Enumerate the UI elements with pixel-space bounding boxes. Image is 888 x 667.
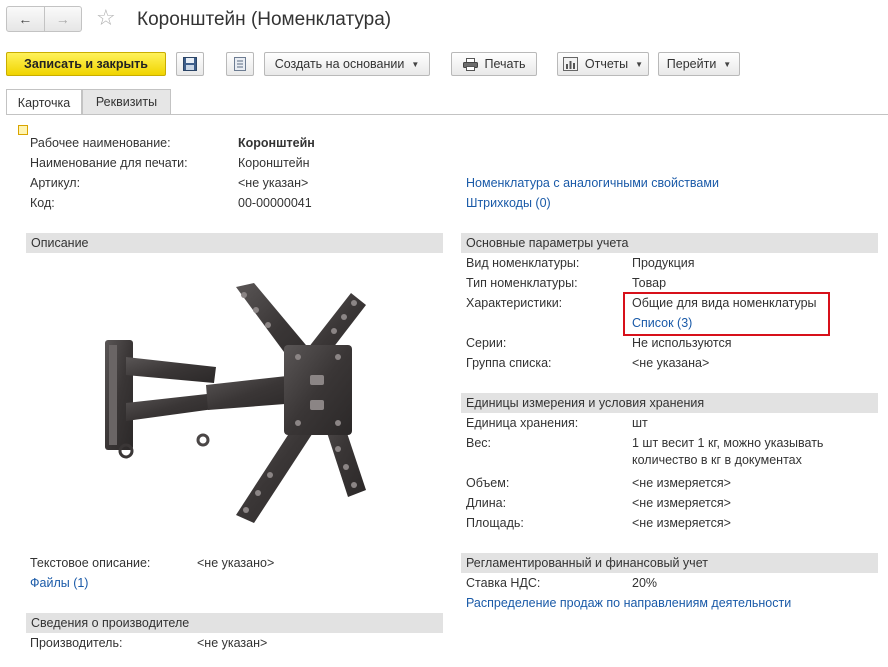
kind-value[interactable]: Продукция <box>632 255 695 271</box>
length-label: Длина: <box>466 496 507 510</box>
storage-unit-value[interactable]: шт <box>632 415 648 431</box>
barcodes-link[interactable]: Штрихкоды (0) <box>466 195 551 211</box>
code-label: Код: <box>30 196 55 210</box>
description-header: Описание <box>26 233 443 253</box>
text-description-value[interactable]: <не указано> <box>197 555 274 571</box>
weight-label: Вес: <box>466 436 492 450</box>
navigation-buttons: ← → <box>6 6 82 32</box>
length-value[interactable]: <не измеряется> <box>632 495 731 511</box>
report-chart-icon <box>562 57 578 71</box>
reports-label: Отчеты <box>584 57 629 71</box>
chevron-down-icon: ▼ <box>723 59 732 69</box>
print-button[interactable]: Печать <box>451 52 537 76</box>
sales-distribution-link[interactable]: Распределение продаж по направлениям дея… <box>466 595 791 611</box>
list-group-label: Группа списка: <box>466 356 552 370</box>
area-value[interactable]: <не измеряется> <box>632 515 731 531</box>
form-corner-marker <box>18 125 28 135</box>
arrow-left-icon: ← <box>18 11 33 27</box>
regulated-header: Регламентированный и финансовый учет <box>461 553 878 573</box>
characteristics-label: Характеристики: <box>466 296 563 310</box>
tab-card[interactable]: Карточка <box>6 89 82 115</box>
vat-rate-label: Ставка НДС: <box>466 576 541 590</box>
print-name-value[interactable]: Коронштейн <box>238 155 310 171</box>
manufacturer-value[interactable]: <не указан> <box>197 635 267 651</box>
tab-requisites[interactable]: Реквизиты <box>82 89 171 114</box>
files-link[interactable]: Файлы (1) <box>30 575 88 591</box>
save-and-close-button[interactable]: Записать и закрыть <box>6 52 166 76</box>
tv-bracket-image <box>105 283 366 523</box>
vat-rate-value[interactable]: 20% <box>632 575 657 591</box>
accounting-header: Основные параметры учета <box>461 233 878 253</box>
series-label: Серии: <box>466 336 507 350</box>
star-icon[interactable]: ☆ <box>96 6 116 30</box>
units-header: Единицы измерения и условия хранения <box>461 393 878 413</box>
manufacturer-header: Сведения о производителе <box>26 613 443 633</box>
text-description-label: Текстовое описание: <box>30 556 151 570</box>
weight-value-line2[interactable]: количество в кг в документах <box>632 452 802 468</box>
print-name-label: Наименование для печати: <box>30 156 188 170</box>
chevron-down-icon: ▼ <box>635 59 644 69</box>
create-based-on-button[interactable]: Создать на основании ▼ <box>264 52 430 76</box>
print-label: Печать <box>484 57 526 71</box>
volume-label: Объем: <box>466 476 510 490</box>
area-label: Площадь: <box>466 516 524 530</box>
save-button[interactable] <box>176 52 204 76</box>
similar-properties-link[interactable]: Номенклатура с аналогичными свойствами <box>466 175 719 191</box>
article-label: Артикул: <box>30 176 81 190</box>
list-view-button[interactable] <box>226 52 254 76</box>
printer-icon <box>462 57 478 71</box>
floppy-disk-icon <box>183 57 197 71</box>
manufacturer-label: Производитель: <box>30 636 123 650</box>
type-label: Тип номенклатуры: <box>466 276 578 290</box>
arrow-right-icon: → <box>55 11 70 27</box>
work-name-label: Рабочее наименование: <box>30 136 171 150</box>
article-value[interactable]: <не указан> <box>238 175 308 191</box>
kind-label: Вид номенклатуры: <box>466 256 580 270</box>
type-value[interactable]: Товар <box>632 275 666 291</box>
weight-value-line1[interactable]: 1 шт весит 1 кг, можно указывать <box>632 435 823 451</box>
highlight-box <box>623 292 830 336</box>
list-group-value[interactable]: <не указана> <box>632 355 709 371</box>
reports-button[interactable]: Отчеты ▼ <box>557 52 649 76</box>
work-name-value[interactable]: Коронштейн <box>238 135 315 151</box>
forward-button[interactable]: → <box>43 7 82 31</box>
tab-divider <box>6 114 888 115</box>
product-image[interactable] <box>96 275 376 530</box>
create-based-on-label: Создать на основании <box>274 57 405 71</box>
chevron-down-icon: ▼ <box>411 59 420 69</box>
document-list-icon <box>234 57 246 71</box>
goto-label: Перейти <box>666 57 717 71</box>
series-value[interactable]: Не используются <box>632 335 731 351</box>
goto-button[interactable]: Перейти ▼ <box>658 52 740 76</box>
code-value[interactable]: 00-00000041 <box>238 195 312 211</box>
back-button[interactable]: ← <box>7 7 44 31</box>
volume-value[interactable]: <не измеряется> <box>632 475 731 491</box>
storage-unit-label: Единица хранения: <box>466 416 579 430</box>
page-title: Коронштейн (Номенклатура) <box>137 9 392 30</box>
